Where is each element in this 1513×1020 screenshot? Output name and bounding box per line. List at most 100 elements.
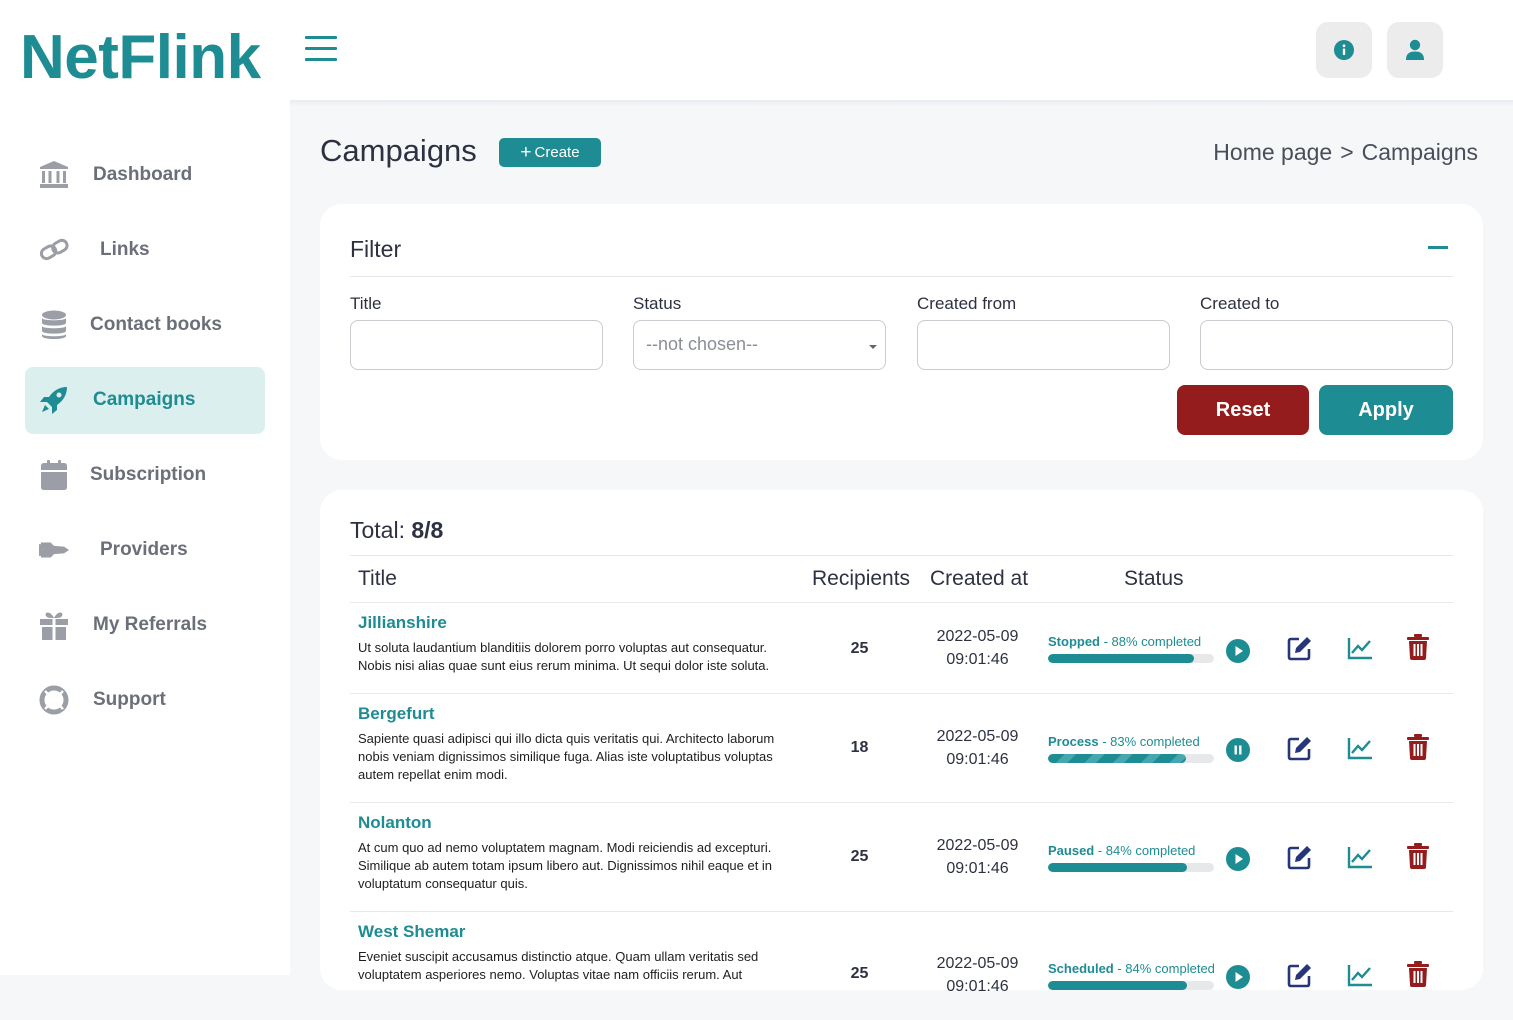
table-top-divider [350, 555, 1453, 556]
trash-icon [1407, 734, 1429, 760]
filter-card: Filter Title Status --not chosen-- Creat… [320, 204, 1483, 460]
column-header-created-at[interactable]: Created at [930, 567, 1028, 591]
sidebar-item-label: Dashboard [93, 164, 193, 185]
created-from-input[interactable] [917, 320, 1170, 370]
apply-button[interactable]: Apply [1319, 385, 1453, 435]
app-logo[interactable]: NetFlink [20, 22, 261, 94]
gift-icon [39, 610, 69, 640]
delete-button[interactable] [1404, 633, 1432, 661]
link-icon [39, 235, 69, 265]
sidebar-item-subscription[interactable]: Subscription [25, 442, 265, 509]
collapse-minus-icon[interactable] [1428, 246, 1448, 249]
delete-button[interactable] [1404, 842, 1432, 870]
created-date: 2022-05-09 [936, 728, 1019, 745]
campaign-title-link[interactable]: Jillianshire [358, 613, 447, 633]
created-at: 2022-05-09 09:01:46 [926, 625, 1029, 671]
table-row: Jillianshire Ut soluta laudantium blandi… [350, 603, 1453, 693]
sidebar-item-dashboard[interactable]: Dashboard [25, 142, 265, 209]
created-date: 2022-05-09 [936, 628, 1019, 645]
reset-button[interactable]: Reset [1177, 385, 1309, 435]
status-label: Paused [1048, 843, 1095, 858]
status-label: Stopped [1048, 634, 1100, 649]
status-text: Paused - 84% completed [1048, 843, 1195, 858]
column-header-recipients[interactable]: Recipients [812, 567, 910, 591]
bank-icon [39, 160, 69, 190]
filter-divider [350, 276, 1453, 277]
status-label: Scheduled [1048, 961, 1114, 976]
title-filter-input[interactable] [350, 320, 603, 370]
filter-title: Filter [350, 236, 402, 262]
play-button[interactable] [1224, 845, 1252, 873]
campaign-title-link[interactable]: West Shemar [358, 922, 465, 942]
progress-bar-fill [1048, 981, 1188, 990]
sidebar-item-providers[interactable]: Providers [25, 517, 265, 584]
play-icon [1226, 639, 1250, 663]
campaign-description: Ut soluta laudantium blanditiis dolorem … [358, 640, 770, 673]
status-progress-text: - 88% completed [1100, 634, 1202, 649]
chart-line-icon [1347, 965, 1372, 987]
play-button[interactable] [1224, 637, 1252, 665]
status-text: Scheduled - 84% completed [1048, 961, 1215, 976]
user-profile-button[interactable] [1387, 22, 1443, 78]
campaign-description: Sapiente quasi adipisci qui illo dicta q… [358, 731, 775, 782]
campaign-description: Eveniet suscipit accusamus distinctio at… [358, 949, 759, 982]
breadcrumb-separator: > [1340, 139, 1354, 165]
sidebar: Dashboard Links Contact books Campaigns … [0, 100, 290, 975]
stats-button[interactable] [1346, 843, 1374, 871]
recipients-count: 25 [850, 640, 869, 657]
sidebar-item-contact-books[interactable]: Contact books [25, 292, 265, 359]
breadcrumb-current: Campaigns [1361, 139, 1478, 165]
play-button[interactable] [1224, 963, 1252, 991]
chart-line-icon [1347, 847, 1372, 869]
stats-button[interactable] [1346, 634, 1374, 662]
column-header-status[interactable]: Status [1124, 567, 1184, 591]
edit-button[interactable] [1286, 961, 1314, 989]
delete-button[interactable] [1404, 960, 1432, 988]
sidebar-item-campaigns[interactable]: Campaigns [25, 367, 265, 434]
campaign-title-link[interactable]: Bergefurt [358, 704, 435, 724]
page-title: Campaigns [320, 133, 477, 168]
sidebar-item-support[interactable]: Support [25, 667, 265, 734]
created-to-label: Created to [1200, 294, 1280, 313]
hamburger-menu-icon[interactable] [305, 36, 337, 62]
status-filter-select[interactable]: --not chosen-- [633, 320, 886, 370]
breadcrumb-home[interactable]: Home page [1213, 139, 1332, 166]
sidebar-item-label: Contact books [90, 314, 222, 335]
created-time: 09:01:46 [946, 651, 1009, 668]
topbar-shadow [290, 100, 1513, 106]
created-to-input[interactable] [1200, 320, 1453, 370]
created-time: 09:01:46 [946, 978, 1009, 995]
create-button[interactable]: + Create [499, 138, 601, 167]
pause-button[interactable] [1224, 736, 1252, 764]
status-progress-text: - 84% completed [1094, 843, 1196, 858]
column-header-title[interactable]: Title [358, 567, 397, 591]
status-text: Stopped - 88% completed [1048, 634, 1201, 649]
sidebar-item-my-referrals[interactable]: My Referrals [25, 592, 265, 659]
info-button[interactable] [1316, 22, 1372, 78]
recipients-count: 25 [850, 848, 869, 865]
created-date: 2022-05-09 [936, 837, 1019, 854]
play-icon [1226, 847, 1250, 871]
sidebar-item-label: Support [93, 689, 166, 710]
campaign-title-link[interactable]: Nolanton [358, 813, 432, 833]
edit-button[interactable] [1286, 843, 1314, 871]
campaign-description: At cum quo ad nemo voluptatem magnam. Mo… [358, 840, 773, 891]
created-at: 2022-05-09 09:01:46 [926, 725, 1029, 771]
progress-bar [1048, 863, 1214, 872]
progress-bar [1048, 754, 1214, 763]
trash-icon [1407, 843, 1429, 869]
stats-button[interactable] [1346, 961, 1374, 989]
sidebar-item-links[interactable]: Links [25, 217, 265, 284]
delete-button[interactable] [1404, 733, 1432, 761]
edit-icon [1287, 637, 1311, 661]
play-icon [1226, 965, 1250, 989]
created-at: 2022-05-09 09:01:46 [926, 834, 1029, 880]
calendar-icon [39, 460, 69, 490]
stats-button[interactable] [1346, 734, 1374, 762]
sidebar-item-label: Providers [100, 539, 188, 560]
status-text: Process - 83% completed [1048, 734, 1200, 749]
top-bar: NetFlink [0, 0, 1513, 100]
edit-button[interactable] [1286, 634, 1314, 662]
edit-button[interactable] [1286, 734, 1314, 762]
progress-bar-fill [1048, 863, 1188, 872]
